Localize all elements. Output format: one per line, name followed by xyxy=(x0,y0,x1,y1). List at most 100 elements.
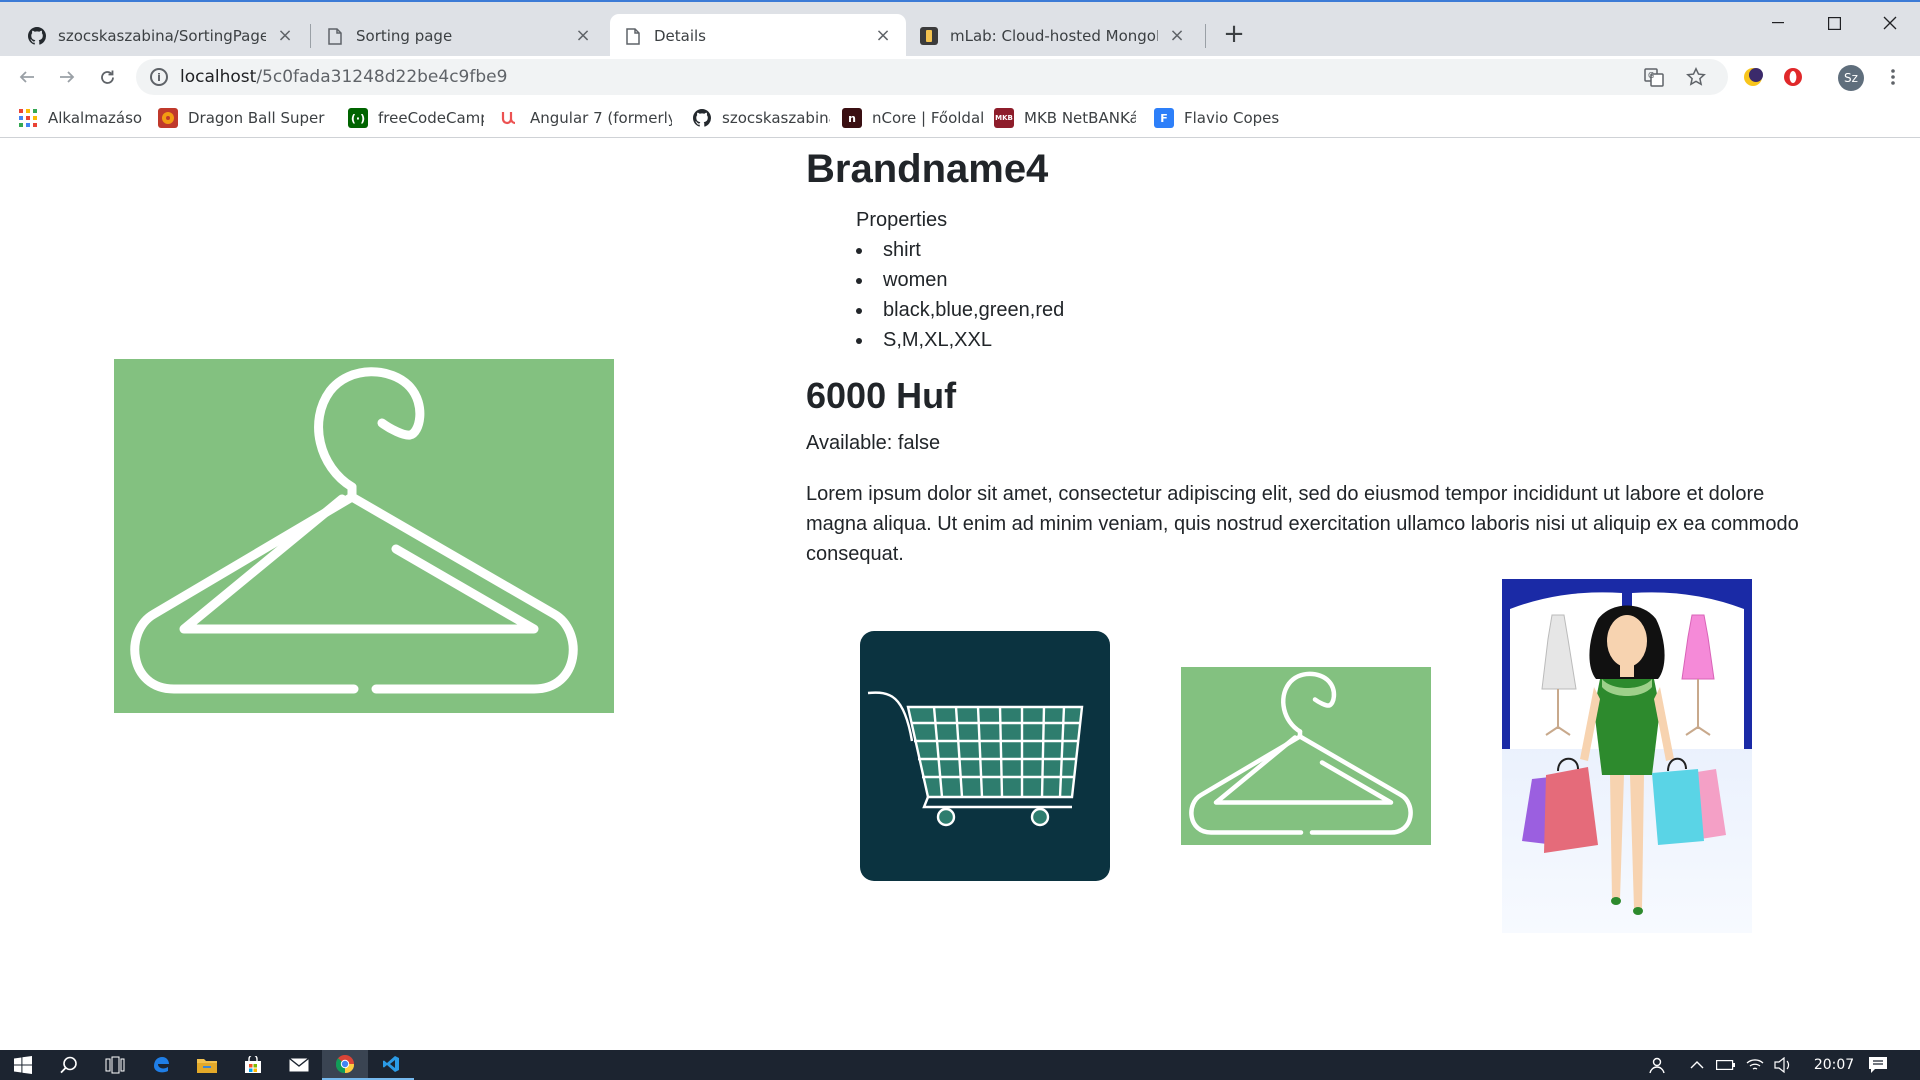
dragon-ball-icon xyxy=(158,108,178,128)
kebab-menu-icon xyxy=(1891,69,1895,85)
properties-list: Properties shirt women black,blue,green,… xyxy=(856,205,1806,355)
volume-icon[interactable] xyxy=(1774,1050,1792,1080)
chrome-icon[interactable] xyxy=(322,1050,368,1080)
svg-text:G: G xyxy=(1648,71,1654,80)
windows-start-icon[interactable] xyxy=(0,1050,46,1080)
tab-label: szocskaszabina/SortingPage-: So xyxy=(58,27,266,45)
url-text: localhost/5c0fada31248d22be4c9fbe9 xyxy=(180,67,507,87)
new-tab-button[interactable]: + xyxy=(1220,20,1248,48)
availability-text: Available: false xyxy=(806,432,941,454)
bookmark-label: Dragon Ball Super - T xyxy=(188,109,328,127)
vscode-icon[interactable] xyxy=(368,1050,414,1080)
maximize-button[interactable] xyxy=(1806,6,1862,40)
page-icon xyxy=(624,27,642,45)
tab-label: mLab: Cloud-hosted MongoDB xyxy=(950,27,1158,45)
thumbnail-shopping-cart[interactable] xyxy=(860,631,1110,881)
windows-taskbar: 20:07 xyxy=(0,1050,1920,1080)
property-item: black,blue,green,red xyxy=(830,295,1806,325)
browser-tab-strip: szocskaszabina/SortingPage-: So × Sortin… xyxy=(0,0,1920,58)
property-item: shirt xyxy=(830,235,1806,265)
star-icon[interactable] xyxy=(1682,63,1710,91)
thumbnail-hanger[interactable] xyxy=(1181,667,1431,845)
ncore-icon: n xyxy=(842,108,862,128)
property-item: S,M,XL,XXL xyxy=(830,325,1806,355)
bookmark-label: freeCodeCamp xyxy=(378,109,484,127)
bookmark-mkb[interactable]: MKB MKB NetBANKár xyxy=(994,106,1136,130)
tab-label: Sorting page xyxy=(356,27,453,45)
hanger-icon xyxy=(130,367,578,694)
forward-button[interactable] xyxy=(52,62,82,92)
product-brand-title: Brandname4 xyxy=(806,147,1049,191)
bookmark-github[interactable]: szocskaszabina xyxy=(692,106,830,130)
bookmark-dragon-ball[interactable]: Dragon Ball Super - T xyxy=(158,106,328,130)
profile-avatar[interactable]: Sz xyxy=(1838,65,1864,91)
bookmark-angular[interactable]: Angular 7 (formerly A xyxy=(500,106,672,130)
close-icon xyxy=(1883,16,1897,30)
bookmarks-bar: Alkalmazások Dragon Ball Super - T (·) f… xyxy=(0,98,1920,138)
close-icon[interactable]: × xyxy=(276,27,294,45)
window-close-button[interactable] xyxy=(1862,6,1918,40)
back-button[interactable] xyxy=(12,62,42,92)
task-view-icon[interactable] xyxy=(92,1050,138,1080)
people-icon[interactable] xyxy=(1648,1050,1666,1080)
product-main-image xyxy=(114,359,614,713)
bookmark-label: Flavio Copes xyxy=(1184,109,1280,127)
tab-label: Details xyxy=(654,27,707,45)
tab-sorting-page[interactable]: Sorting page × xyxy=(312,14,606,58)
apps-grid-icon xyxy=(18,108,38,128)
page-icon xyxy=(326,27,344,45)
file-explorer-icon[interactable] xyxy=(184,1050,230,1080)
edge-icon[interactable] xyxy=(138,1050,184,1080)
reload-button[interactable] xyxy=(92,62,122,92)
chevron-up-icon[interactable] xyxy=(1690,1050,1704,1080)
tab-mlab[interactable]: mLab: Cloud-hosted MongoDB × xyxy=(906,14,1200,58)
store-icon[interactable] xyxy=(230,1050,276,1080)
info-icon[interactable]: i xyxy=(150,68,168,86)
udemy-icon xyxy=(500,108,520,128)
github-icon xyxy=(692,108,712,128)
translate-icon[interactable]: G xyxy=(1640,63,1668,91)
browser-menu-button[interactable] xyxy=(1878,62,1908,92)
bookmark-label: Angular 7 (formerly A xyxy=(530,109,672,127)
tab-divider xyxy=(310,24,311,48)
address-bar[interactable]: i localhost/5c0fada31248d22be4c9fbe9 G xyxy=(136,59,1728,95)
bookmark-flavio-copes[interactable]: F Flavio Copes xyxy=(1154,106,1280,130)
notifications-icon[interactable] xyxy=(1868,1050,1888,1080)
thumbnail-shopping-woman[interactable] xyxy=(1502,579,1752,933)
taskbar-clock[interactable]: 20:07 xyxy=(1810,1050,1858,1080)
close-icon[interactable]: × xyxy=(874,27,892,45)
opera-extension-icon[interactable] xyxy=(1778,62,1808,92)
shopping-woman-illustration xyxy=(1502,579,1752,933)
browser-toolbar: i localhost/5c0fada31248d22be4c9fbe9 G S… xyxy=(0,56,1920,98)
product-price: 6000 Huf xyxy=(806,375,957,416)
bookmark-label: szocskaszabina xyxy=(722,109,830,127)
bookmark-label: MKB NetBANKár xyxy=(1024,109,1136,127)
bookmark-ncore[interactable]: n nCore | Főoldal xyxy=(842,106,984,130)
wifi-icon[interactable] xyxy=(1746,1050,1764,1080)
bookmark-apps[interactable]: Alkalmazások xyxy=(18,106,142,130)
url-path: /5c0fada31248d22be4c9fbe9 xyxy=(256,67,508,87)
properties-heading: Properties xyxy=(856,209,948,231)
minimize-button[interactable] xyxy=(1750,6,1806,40)
tab-github[interactable]: szocskaszabina/SortingPage-: So × xyxy=(14,14,308,58)
page-content: Brandname4 Properties shirt women black,… xyxy=(0,139,1920,1050)
tab-details[interactable]: Details × xyxy=(610,14,906,58)
mlab-icon xyxy=(920,27,938,45)
bookmark-label: nCore | Főoldal xyxy=(872,109,984,127)
moon-extension-icon[interactable] xyxy=(1738,62,1768,92)
mail-icon[interactable] xyxy=(276,1050,322,1080)
close-icon[interactable]: × xyxy=(574,27,592,45)
minimize-icon xyxy=(1772,22,1784,24)
search-icon[interactable] xyxy=(46,1050,92,1080)
mkb-icon: MKB xyxy=(994,108,1014,128)
product-details: Brandname4 Properties shirt women black,… xyxy=(806,139,1806,569)
bookmark-label: Alkalmazások xyxy=(48,109,142,127)
close-icon[interactable]: × xyxy=(1168,27,1186,45)
github-icon xyxy=(28,27,46,45)
arrow-right-icon xyxy=(60,71,75,83)
flavio-icon: F xyxy=(1154,108,1174,128)
product-description: Lorem ipsum dolor sit amet, consectetur … xyxy=(806,483,1799,565)
reload-icon xyxy=(100,70,114,84)
bookmark-freecodecamp[interactable]: (·) freeCodeCamp xyxy=(348,106,484,130)
battery-icon[interactable] xyxy=(1716,1050,1736,1080)
